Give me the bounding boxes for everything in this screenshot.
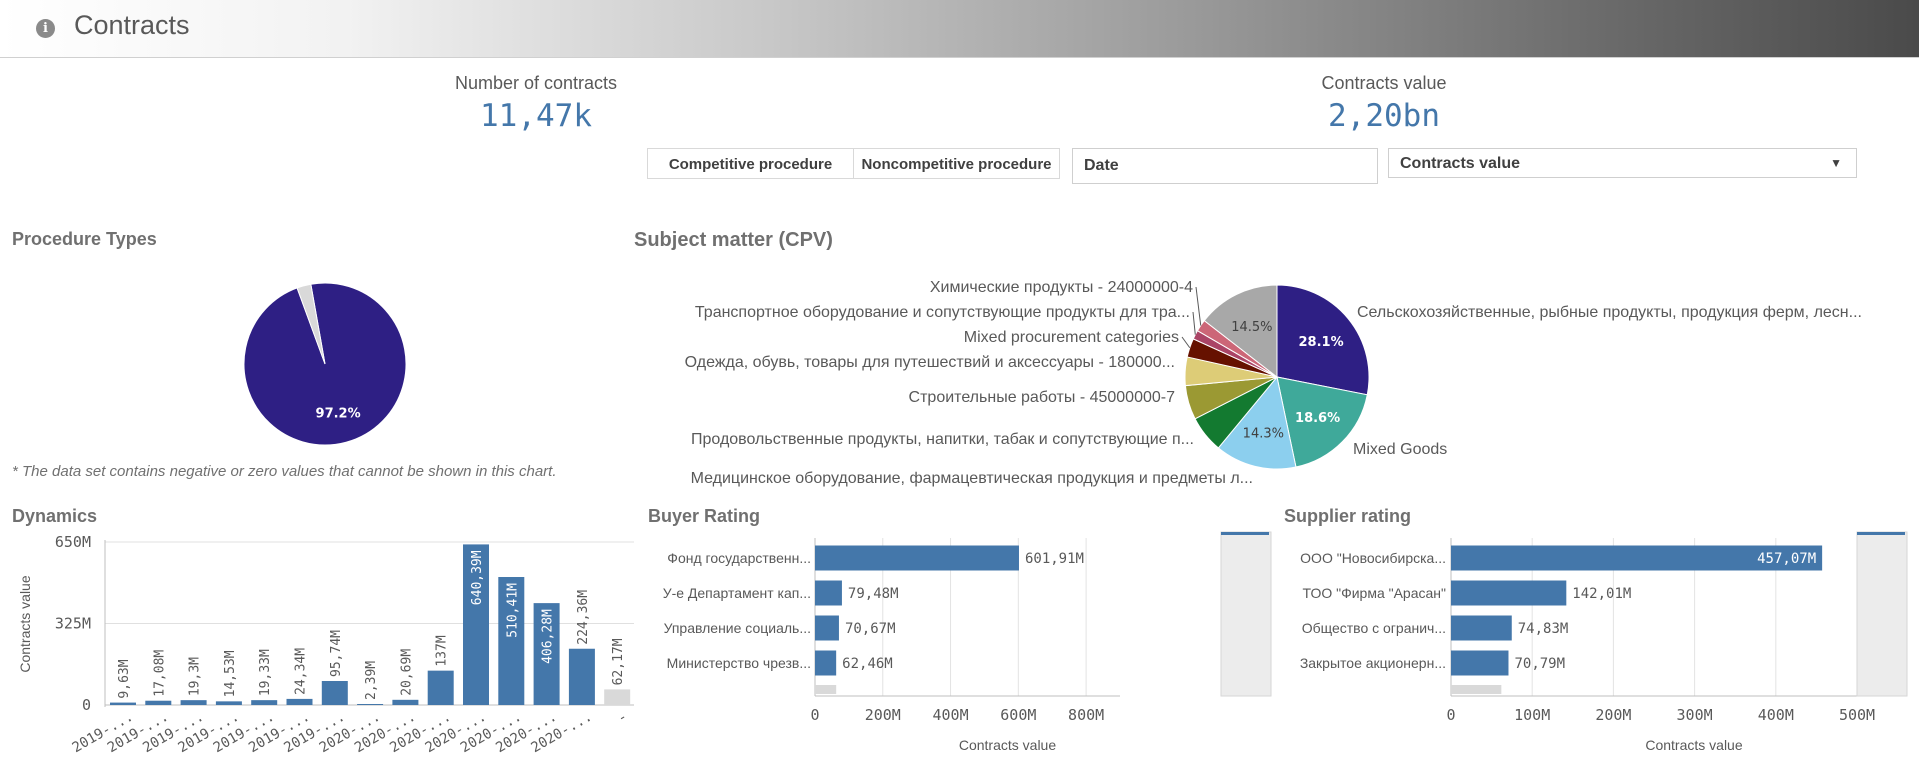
supplier-value-label: 74,83M <box>1518 621 1569 637</box>
supplier-rating-bar-chart: 0 100M 200M 300M 400M 500M Contracts value ООО … <box>1300 531 1908 753</box>
supplier-category-label: ООО "Новосибирска... <box>1300 550 1446 566</box>
supplier-bar[interactable] <box>1451 580 1567 606</box>
supplier-category-label: ТОО "Фирма "Арасан" <box>1303 585 1447 601</box>
supplier-x-tick: 0 <box>1446 706 1455 724</box>
supplier-x-label: Contracts value <box>1645 737 1742 753</box>
supplier-scrollbar[interactable] <box>1856 531 1908 697</box>
supplier-x-tick: 500M <box>1839 706 1875 724</box>
supplier-bar[interactable] <box>1451 615 1512 641</box>
supplier-x-tick: 100M <box>1514 706 1550 724</box>
supplier-category-label: Общество с огранич... <box>1302 620 1446 636</box>
supplier-value-label: 142,01M <box>1572 586 1631 602</box>
supplier-others-bar <box>1451 685 1502 694</box>
supplier-value-label: 457,07M <box>1757 551 1816 567</box>
supplier-bar[interactable] <box>1451 650 1509 676</box>
supplier-category-label: Закрытое акционерн... <box>1300 655 1446 671</box>
supplier-x-tick: 400M <box>1758 706 1794 724</box>
supplier-value-label: 70,79M <box>1514 656 1565 672</box>
supplier-scrollbar-thumb[interactable] <box>1857 532 1905 535</box>
supplier-x-tick: 200M <box>1595 706 1631 724</box>
supplier-x-tick: 300M <box>1677 706 1713 724</box>
